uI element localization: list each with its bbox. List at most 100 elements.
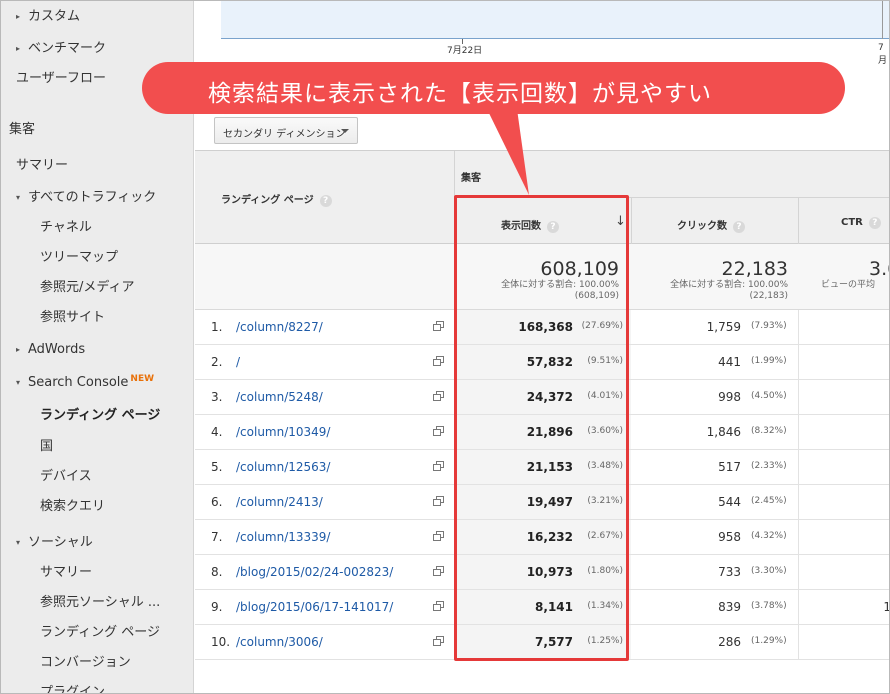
header-impressions[interactable]: 表示回数? [501, 217, 559, 233]
sidebar-item-label: サマリー [40, 565, 93, 580]
open-external-icon[interactable] [433, 356, 444, 366]
impressions-percent: (1.80%) [587, 566, 623, 576]
sidebar-item-label: 参照元ソーシャル ... [40, 595, 161, 610]
row-index: 10. [211, 635, 231, 649]
landing-page-link[interactable]: /blog/2015/06/17-141017/ [236, 600, 393, 614]
open-external-icon[interactable] [433, 566, 444, 576]
sidebar-item[interactable]: ▸ ベンチマーク [16, 37, 106, 56]
clicks-percent: (1.29%) [751, 636, 787, 646]
sidebar-item[interactable]: ▾ すべてのトラフィック [16, 186, 156, 205]
sidebar-item[interactable]: 参照元ソーシャル ... [40, 591, 160, 610]
total-clicks-share-abs: (22,183) [749, 291, 788, 301]
row-index: 2. [211, 355, 223, 369]
sidebar-item[interactable]: ツリーマップ [40, 246, 118, 265]
open-external-icon[interactable] [433, 601, 444, 611]
sidebar-item-label: 国 [40, 439, 54, 454]
impressions-percent: (3.21%) [587, 496, 623, 506]
open-external-icon[interactable] [433, 426, 444, 436]
impressions-value: 168,368 [518, 320, 573, 334]
total-clicks-share: 全体に対する割合: 100.00% [670, 280, 788, 290]
open-external-icon[interactable] [433, 636, 444, 646]
landing-page-link[interactable]: / [236, 355, 240, 369]
sidebar-item[interactable]: サマリー [16, 154, 68, 173]
total-impressions-share-abs: (608,109) [574, 291, 619, 301]
sidebar-item[interactable]: サマリー [40, 561, 92, 580]
row-index: 8. [211, 565, 223, 579]
sidebar-item[interactable]: ▸ AdWords [16, 342, 85, 357]
sidebar-item-label: チャネル [40, 220, 92, 235]
sidebar-item[interactable]: プラグイン [40, 681, 106, 694]
help-icon[interactable]: ? [733, 221, 745, 233]
sidebar-item[interactable]: ▸ カスタム [16, 5, 80, 24]
landing-page-link[interactable]: /column/3006/ [236, 635, 323, 649]
totals-row: 608,109 全体に対する割合: 100.00% (608,109) 22,1… [195, 244, 889, 310]
open-external-icon[interactable] [433, 321, 444, 331]
help-icon[interactable]: ? [868, 217, 881, 229]
sidebar-item[interactable]: ランディング ページ [40, 404, 160, 423]
header-clicks[interactable]: クリック数? [677, 217, 745, 233]
help-icon[interactable]: ? [319, 195, 332, 207]
sidebar-item[interactable]: 検索クエリ [40, 495, 105, 514]
sidebar-item-label: ベンチマーク [28, 41, 107, 56]
table-row: 1. /column/8227/168,368 (27.69%) 1,759 (7.93… [195, 310, 889, 345]
sidebar-item[interactable]: チャネル [40, 216, 92, 235]
sidebar-item[interactable]: 国 [40, 435, 53, 454]
landing-page-link[interactable]: /blog/2015/02/24-002823/ [236, 565, 393, 579]
sidebar-item[interactable]: ▾ Search Console NEW [16, 374, 154, 390]
column-separator [798, 198, 799, 244]
open-external-icon[interactable] [433, 391, 444, 401]
sidebar-item-label: カスタム [28, 9, 81, 24]
sidebar-item[interactable]: 参照元/メディア [40, 276, 134, 295]
sidebar-item[interactable]: 参照サイト [40, 306, 105, 325]
row-index: 6. [211, 495, 223, 509]
chevron-right-icon: ▸ [16, 12, 21, 21]
landing-page-link[interactable]: /column/2413/ [236, 495, 323, 509]
sidebar-item[interactable]: デバイス [40, 465, 92, 484]
sidebar-item-label: プラグイン [40, 685, 106, 694]
sidebar-item[interactable]: 集客 [9, 118, 35, 137]
sidebar-item-label: ランディング ページ [40, 625, 160, 640]
impressions-cell: 8,141 (1.34%) [455, 590, 631, 624]
row-index: 7. [211, 530, 223, 544]
line-chart [221, 1, 889, 39]
table-row: 8. /blog/2015/02/24-002823/10,973 (1.80%) 7… [195, 555, 889, 590]
open-external-icon[interactable] [433, 461, 444, 471]
sidebar-item[interactable]: ランディング ページ [40, 621, 160, 640]
sidebar-item-label: ソーシャル [28, 535, 93, 550]
open-external-icon[interactable] [433, 496, 444, 506]
landing-page-link[interactable]: /column/10349/ [236, 425, 330, 439]
row-index: 1. [211, 320, 223, 334]
impressions-percent: (27.69%) [581, 321, 623, 331]
clicks-value: 998 [718, 390, 741, 404]
impressions-percent: (2.67%) [587, 531, 623, 541]
row-index: 9. [211, 600, 223, 614]
sidebar-item[interactable]: コンバージョン [40, 651, 131, 670]
landing-page-link[interactable]: /column/5248/ [236, 390, 323, 404]
secondary-dimension-dropdown[interactable]: セカンダリ ディメンション [214, 117, 358, 144]
clicks-value: 733 [718, 565, 741, 579]
help-icon[interactable]: ? [547, 221, 559, 233]
clicks-percent: (7.93%) [751, 321, 787, 331]
impressions-value: 10,973 [526, 565, 573, 579]
impressions-percent: (9.51%) [587, 356, 623, 366]
landing-page-link[interactable]: /column/8227/ [236, 320, 323, 334]
landing-page-link[interactable]: /column/12563/ [236, 460, 330, 474]
impressions-cell: 10,973 (1.80%) [455, 555, 631, 589]
impressions-value: 21,896 [526, 425, 573, 439]
sort-down-arrow-icon[interactable]: ↓ [615, 214, 626, 229]
landing-page-link[interactable]: /column/13339/ [236, 530, 330, 544]
ctr-value: 1 [883, 600, 889, 614]
open-external-icon[interactable] [433, 531, 444, 541]
clicks-value: 1,759 [706, 320, 741, 334]
header-ctr[interactable]: CTR? [841, 217, 881, 229]
clicks-percent: (3.30%) [751, 566, 787, 576]
header-landing-page[interactable]: ランディング ページ? [221, 191, 332, 207]
impressions-value: 16,232 [526, 530, 573, 544]
impressions-percent: (3.60%) [587, 426, 623, 436]
sidebar-item[interactable]: ▾ ソーシャル [16, 531, 93, 550]
clicks-value: 286 [718, 635, 741, 649]
sidebar-item[interactable]: ユーザーフロー [16, 67, 106, 86]
row-index: 3. [211, 390, 223, 404]
table-row: 4. /column/10349/21,896 (3.60%) 1,846 (8.32%… [195, 415, 889, 450]
row-index: 4. [211, 425, 223, 439]
